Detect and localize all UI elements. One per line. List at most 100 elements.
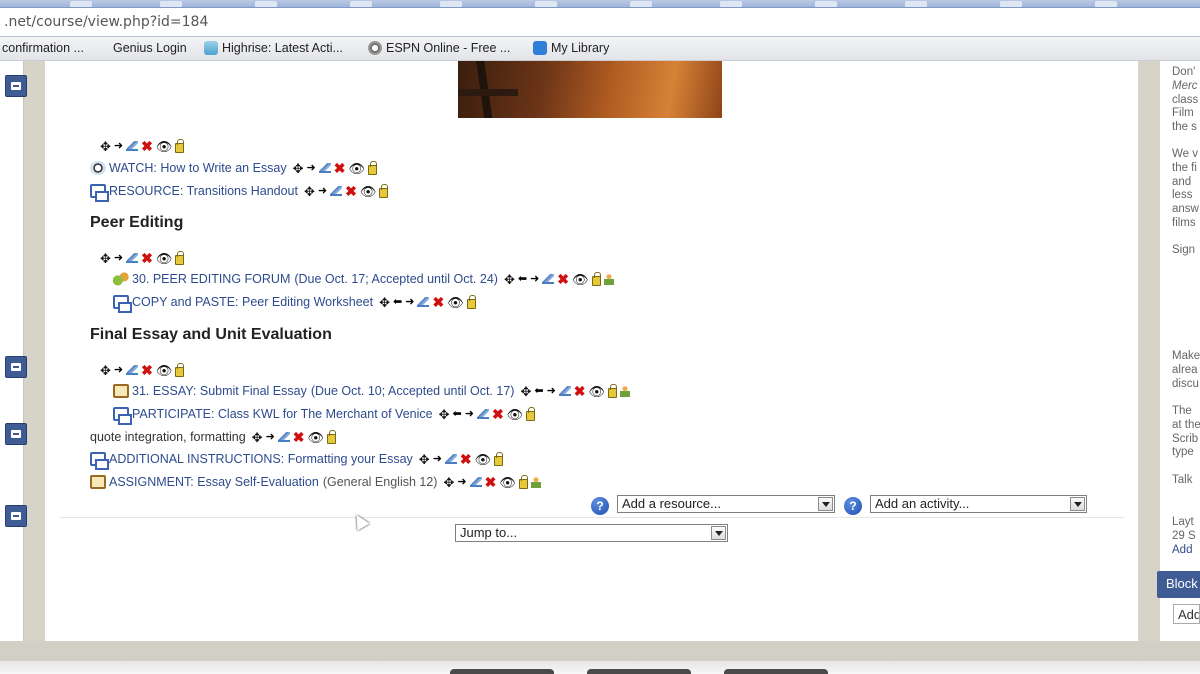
edit-icon[interactable] xyxy=(126,365,139,375)
move-right-icon[interactable]: ➜ xyxy=(457,476,466,488)
delete-icon[interactable]: ✖ xyxy=(460,452,472,466)
edit-icon[interactable] xyxy=(476,409,489,419)
taskbar-button[interactable] xyxy=(450,669,554,674)
lock-icon[interactable] xyxy=(608,384,618,398)
move-icon[interactable]: ✥ xyxy=(439,408,450,421)
add-resource-select[interactable]: Add a resource... xyxy=(617,495,835,513)
delete-icon[interactable]: ✖ xyxy=(485,475,497,489)
move-right-icon[interactable]: ➜ xyxy=(114,140,123,152)
chevron-down-icon[interactable] xyxy=(711,526,726,540)
group-icon[interactable] xyxy=(620,385,631,397)
edit-icon[interactable] xyxy=(469,477,482,487)
group-icon[interactable] xyxy=(530,476,541,488)
eye-icon[interactable]: 👁 xyxy=(589,385,606,398)
help-icon[interactable]: ? xyxy=(591,497,609,515)
move-icon[interactable]: ✥ xyxy=(100,364,111,377)
forum-link[interactable]: 30. PEER EDITING FORUM xyxy=(132,272,290,286)
lock-icon[interactable] xyxy=(175,363,185,377)
resource-link[interactable]: COPY and PASTE: Peer Editing Worksheet xyxy=(132,295,373,309)
bookmark-espn[interactable]: ESPN Online - Free ... xyxy=(368,41,510,55)
lock-icon[interactable] xyxy=(379,184,389,198)
taskbar-button[interactable] xyxy=(724,669,828,674)
add-activity-select[interactable]: Add an activity... xyxy=(870,495,1087,513)
assignment-link[interactable]: 31. ESSAY: Submit Final Essay xyxy=(132,384,307,398)
delete-icon[interactable]: ✖ xyxy=(557,272,569,286)
eye-icon[interactable]: 👁 xyxy=(507,408,524,421)
move-left-icon[interactable]: ⬅ xyxy=(393,296,402,308)
move-icon[interactable]: ✥ xyxy=(504,273,515,286)
taskbar-button[interactable] xyxy=(587,669,691,674)
bookmark-genius-login[interactable]: Genius Login xyxy=(113,41,187,55)
lock-icon[interactable] xyxy=(518,475,528,489)
move-right-icon[interactable]: ➜ xyxy=(530,273,539,285)
move-icon[interactable]: ✥ xyxy=(379,296,390,309)
collapse-block-icon[interactable] xyxy=(5,423,27,445)
move-icon[interactable]: ✥ xyxy=(520,385,531,398)
add-block-select[interactable]: Add xyxy=(1173,604,1200,624)
chevron-down-icon[interactable] xyxy=(818,497,833,511)
move-icon[interactable]: ✥ xyxy=(100,252,111,265)
move-right-icon[interactable]: ➜ xyxy=(114,252,123,264)
resource-link[interactable]: WATCH: How to Write an Essay xyxy=(109,161,287,175)
resource-link[interactable]: ADDITIONAL INSTRUCTIONS: Formatting your… xyxy=(109,452,413,466)
move-right-icon[interactable]: ➜ xyxy=(266,431,275,443)
lock-icon[interactable] xyxy=(175,139,185,153)
eye-icon[interactable]: 👁 xyxy=(447,296,464,309)
eye-icon[interactable]: 👁 xyxy=(348,162,365,175)
lock-icon[interactable] xyxy=(466,295,476,309)
assignment-link[interactable]: ASSIGNMENT: Essay Self-Evaluation xyxy=(109,475,319,489)
move-right-icon[interactable]: ➜ xyxy=(114,364,123,376)
resource-link[interactable]: RESOURCE: Transitions Handout xyxy=(109,184,298,198)
move-left-icon[interactable]: ⬅ xyxy=(453,408,462,420)
delete-icon[interactable]: ✖ xyxy=(334,161,346,175)
bookmark-my-library[interactable]: My Library xyxy=(533,41,609,55)
delete-icon[interactable]: ✖ xyxy=(141,363,153,377)
collapse-block-icon[interactable] xyxy=(5,75,27,97)
collapse-block-icon[interactable] xyxy=(5,505,27,527)
eye-icon[interactable]: 👁 xyxy=(156,252,173,265)
delete-icon[interactable]: ✖ xyxy=(432,295,444,309)
eye-icon[interactable]: 👁 xyxy=(308,431,325,444)
jump-to-select[interactable]: Jump to... xyxy=(455,524,728,542)
move-right-icon[interactable]: ➜ xyxy=(307,162,316,174)
move-icon[interactable]: ✥ xyxy=(304,185,315,198)
move-right-icon[interactable]: ➜ xyxy=(547,385,556,397)
move-left-icon[interactable]: ⬅ xyxy=(518,273,527,285)
chevron-down-icon[interactable] xyxy=(1070,497,1085,511)
edit-icon[interactable] xyxy=(277,432,290,442)
eye-icon[interactable]: 👁 xyxy=(360,185,377,198)
url-text[interactable]: .net/course/view.php?id=184 xyxy=(4,14,208,30)
move-icon[interactable]: ✥ xyxy=(252,431,263,444)
edit-icon[interactable] xyxy=(542,274,555,284)
lock-icon[interactable] xyxy=(591,272,601,286)
blocks-tab[interactable]: Block xyxy=(1157,571,1200,598)
lock-icon[interactable] xyxy=(494,452,504,466)
eye-icon[interactable]: 👁 xyxy=(156,140,173,153)
resource-link[interactable]: PARTICIPATE: Class KWL for The Merchant … xyxy=(132,407,433,421)
edit-icon[interactable] xyxy=(417,297,430,307)
move-icon[interactable]: ✥ xyxy=(419,453,430,466)
move-right-icon[interactable]: ➜ xyxy=(318,185,327,197)
move-icon[interactable]: ✥ xyxy=(100,140,111,153)
edit-icon[interactable] xyxy=(444,454,457,464)
lock-icon[interactable] xyxy=(327,430,337,444)
move-left-icon[interactable]: ⬅ xyxy=(534,385,543,397)
collapse-block-icon[interactable] xyxy=(5,356,27,378)
group-icon[interactable] xyxy=(603,273,614,285)
lock-icon[interactable] xyxy=(526,407,536,421)
delete-icon[interactable]: ✖ xyxy=(141,139,153,153)
edit-icon[interactable] xyxy=(558,386,571,396)
help-icon[interactable]: ? xyxy=(844,497,862,515)
eye-icon[interactable]: 👁 xyxy=(572,273,589,286)
edit-icon[interactable] xyxy=(330,186,343,196)
move-right-icon[interactable]: ➜ xyxy=(465,408,474,420)
eye-icon[interactable]: 👁 xyxy=(475,453,492,466)
lock-icon[interactable] xyxy=(367,161,377,175)
move-right-icon[interactable]: ➜ xyxy=(433,453,442,465)
address-bar[interactable]: .net/course/view.php?id=184 xyxy=(0,8,1200,37)
move-icon[interactable]: ✥ xyxy=(443,476,454,489)
move-icon[interactable]: ✥ xyxy=(293,162,304,175)
eye-icon[interactable]: 👁 xyxy=(499,476,516,489)
move-right-icon[interactable]: ➜ xyxy=(405,296,414,308)
delete-icon[interactable]: ✖ xyxy=(141,251,153,265)
